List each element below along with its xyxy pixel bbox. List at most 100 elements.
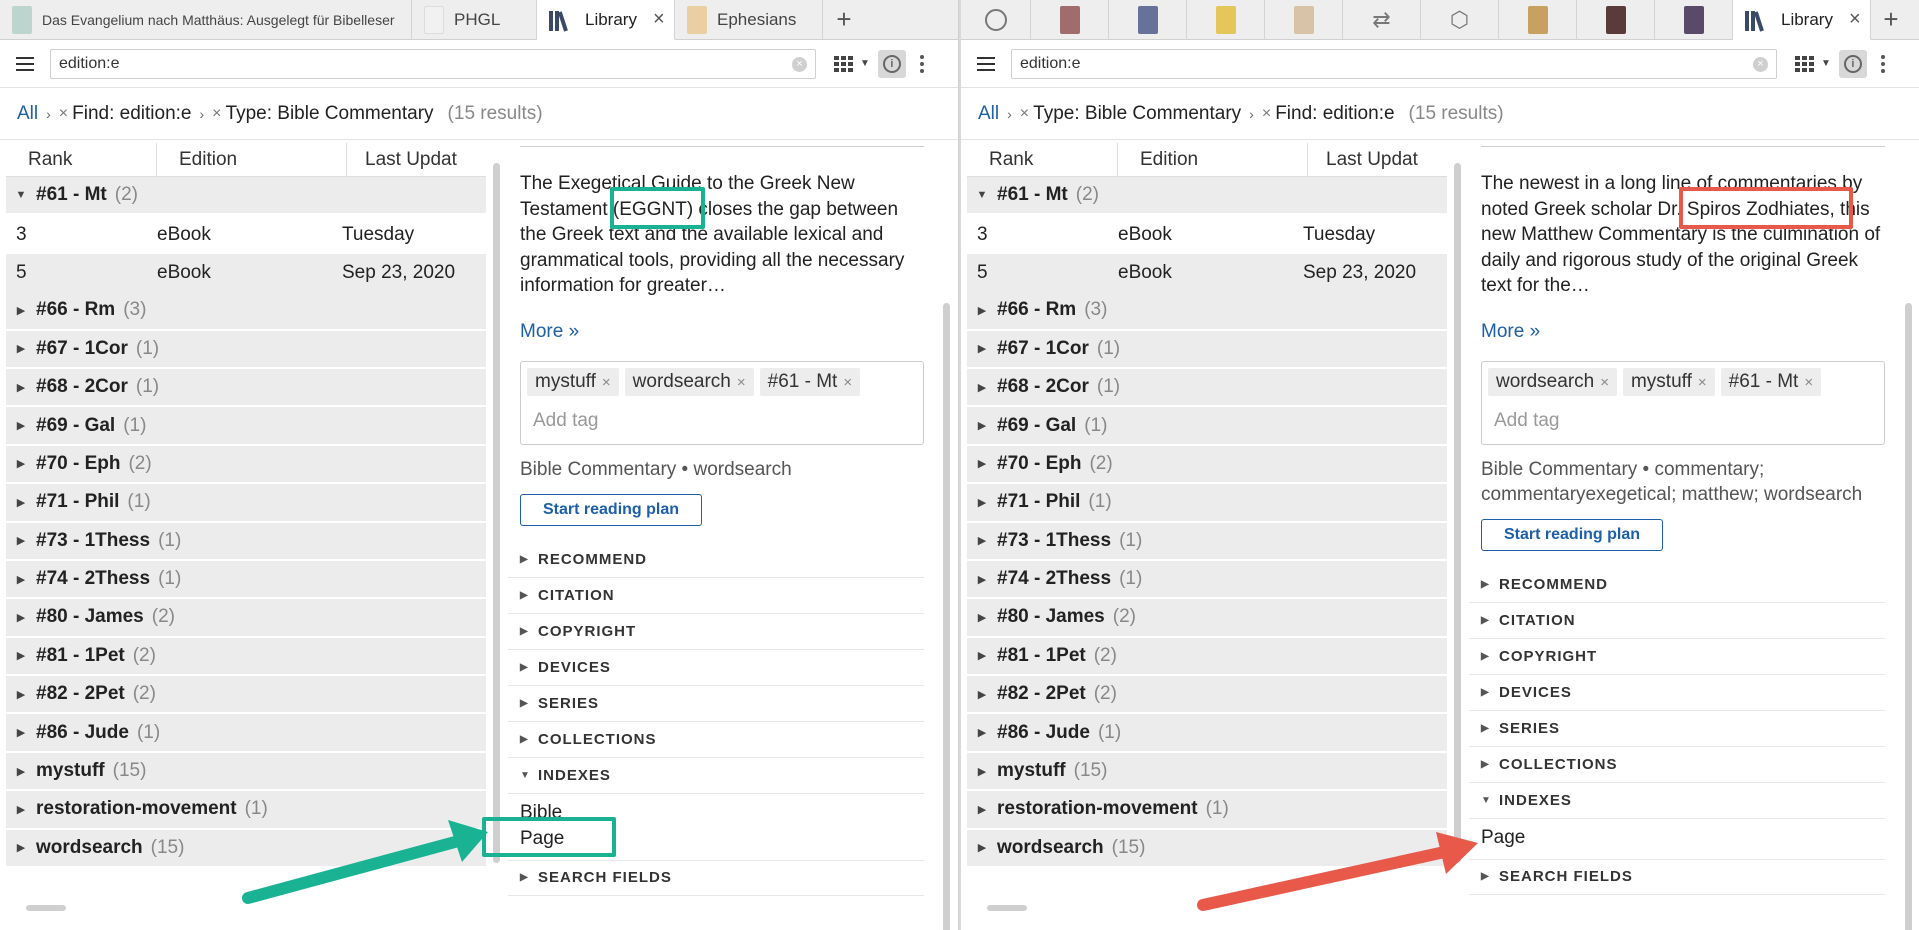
tab-book[interactable] (1265, 0, 1343, 40)
add-tag-input[interactable]: Add tag (533, 410, 917, 432)
table-group-row[interactable]: ▶ restoration-movement (1) (6, 791, 486, 830)
tag-editor[interactable]: wordsearch × mystuff × #61 - Mt × Add tag (1481, 360, 1885, 445)
collapsed-icon[interactable]: ▶ (967, 419, 997, 432)
tab-book[interactable] (1031, 0, 1109, 40)
table-row[interactable]: 3 eBook Tuesday (6, 215, 486, 254)
table-group-row[interactable]: ▶ wordsearch (15) (6, 829, 486, 869)
collapsed-icon[interactable]: ▶ (967, 573, 997, 586)
section-copyright[interactable]: ▶ COPYRIGHT (1469, 639, 1885, 675)
table-scrollbar[interactable] (1448, 143, 1468, 913)
table-group-row[interactable]: ▶ #66 - Rm (3) (967, 292, 1447, 331)
info-button[interactable]: i (1838, 49, 1867, 78)
more-options-icon[interactable] (1880, 54, 1885, 73)
remove-filter-icon[interactable]: × (1262, 105, 1271, 123)
tab-matthaus[interactable]: Das Evangelium nach Matthäus: Ausgelegt … (0, 0, 412, 40)
horizontal-scrollbar[interactable] (26, 905, 66, 911)
table-group-row[interactable]: ▶ #68 - 2Cor (1) (967, 368, 1447, 408)
section-devices[interactable]: ▶ DEVICES (1469, 675, 1885, 711)
collapsed-icon[interactable]: ▶ (967, 381, 997, 394)
table-group-row[interactable]: ▶ #67 - 1Cor (1) (967, 330, 1447, 369)
section-devices[interactable]: ▶ DEVICES (508, 650, 924, 686)
collapsed-icon[interactable]: ▶ (967, 803, 997, 816)
detail-scrollbar[interactable] (1899, 143, 1919, 930)
column-header-last-updated[interactable]: Last Updat (1308, 143, 1447, 177)
section-indexes[interactable]: ▼ INDEXES (1469, 782, 1885, 819)
table-group-row[interactable]: ▶ #66 - Rm (3) (6, 292, 486, 331)
collapsed-icon[interactable]: ▶ (6, 457, 36, 470)
collapsed-icon[interactable]: ▶ (6, 765, 36, 778)
search-input[interactable]: × (50, 48, 816, 79)
breadcrumb-filter-find[interactable]: Find: edition:e (72, 103, 191, 125)
breadcrumb-filter-find[interactable]: Find: edition:e (1275, 103, 1394, 125)
tab-book[interactable] (1499, 0, 1577, 40)
section-collections[interactable]: ▶ COLLECTIONS (508, 722, 924, 758)
chevron-down-icon[interactable]: ▼ (1821, 58, 1831, 69)
column-header-edition[interactable]: Edition (1118, 142, 1308, 177)
collapsed-icon[interactable]: ▶ (6, 573, 36, 586)
remove-tag-icon[interactable]: × (602, 374, 611, 391)
remove-filter-icon[interactable]: × (59, 105, 68, 123)
collapsed-icon[interactable]: ▶ (6, 803, 36, 816)
tab-library[interactable]: Library × (1733, 0, 1871, 40)
menu-icon[interactable] (961, 56, 1011, 71)
section-citation[interactable]: ▶ CITATION (508, 578, 924, 614)
section-search-fields[interactable]: ▶ SEARCH FIELDS (1469, 858, 1885, 895)
table-group-row[interactable]: ▶ #67 - 1Cor (1) (6, 330, 486, 369)
table-group-row[interactable]: ▶ #70 - Eph (2) (6, 445, 486, 485)
remove-filter-icon[interactable]: × (1020, 105, 1029, 123)
more-link[interactable]: More » (1481, 321, 1885, 343)
table-group-row[interactable]: ▶ #68 - 2Cor (1) (6, 368, 486, 408)
breadcrumb-filter-type[interactable]: Type: Bible Commentary (1033, 103, 1241, 125)
collapsed-icon[interactable]: ▶ (967, 304, 997, 317)
info-button[interactable]: i (877, 49, 906, 78)
column-header-edition[interactable]: Edition (157, 142, 347, 177)
remove-tag-icon[interactable]: × (1600, 374, 1609, 391)
collapsed-icon[interactable]: ▶ (967, 534, 997, 547)
table-group-row[interactable]: ▶ #74 - 2Thess (1) (6, 560, 486, 600)
table-row[interactable]: 3 eBook Tuesday (967, 215, 1447, 254)
chevron-down-icon[interactable]: ▼ (860, 58, 870, 69)
tag-editor[interactable]: mystuff × wordsearch × #61 - Mt × Add tag (520, 360, 924, 445)
expanded-icon[interactable]: ▼ (967, 189, 997, 201)
tab-book[interactable] (1655, 0, 1733, 40)
remove-tag-icon[interactable]: × (737, 374, 746, 391)
close-icon[interactable]: × (1849, 8, 1861, 31)
table-group-row[interactable]: ▼ #61 - Mt (2) (967, 177, 1447, 216)
table-group-row[interactable]: ▶ #82 - 2Pet (2) (967, 676, 1447, 715)
table-group-row[interactable]: ▶ #71 - Phil (1) (967, 484, 1447, 523)
table-group-row[interactable]: ▶ #81 - 1Pet (2) (6, 637, 486, 677)
collapsed-icon[interactable]: ▶ (6, 534, 36, 547)
table-scrollbar[interactable] (487, 143, 507, 913)
table-group-row[interactable]: ▶ mystuff (15) (967, 752, 1447, 792)
search-field[interactable] (51, 49, 815, 78)
table-group-row[interactable]: ▶ #81 - 1Pet (2) (967, 637, 1447, 677)
add-tag-input[interactable]: Add tag (1494, 410, 1878, 432)
section-collections[interactable]: ▶ COLLECTIONS (1469, 747, 1885, 783)
close-icon[interactable]: × (653, 8, 665, 31)
table-group-row[interactable]: ▶ #74 - 2Thess (1) (967, 560, 1447, 600)
horizontal-scrollbar[interactable] (987, 905, 1027, 911)
collapsed-icon[interactable]: ▶ (967, 342, 997, 355)
section-recommend[interactable]: ▶ RECOMMEND (508, 542, 924, 578)
collapsed-icon[interactable]: ▶ (967, 726, 997, 739)
menu-icon[interactable] (0, 56, 50, 71)
add-tab-button[interactable]: + (1871, 0, 1911, 39)
collapsed-icon[interactable]: ▶ (967, 841, 997, 854)
section-copyright[interactable]: ▶ COPYRIGHT (508, 614, 924, 650)
table-group-row[interactable]: ▶ #86 - Jude (1) (6, 714, 486, 753)
collapsed-icon[interactable]: ▶ (967, 457, 997, 470)
table-group-row[interactable]: ▶ wordsearch (15) (967, 829, 1447, 869)
tab-tool[interactable]: ⬡ (1421, 0, 1499, 40)
section-recommend[interactable]: ▶ RECOMMEND (1469, 567, 1885, 603)
tab-book[interactable] (1187, 0, 1265, 40)
start-reading-plan-button[interactable]: Start reading plan (1481, 518, 1664, 551)
remove-filter-icon[interactable]: × (212, 105, 221, 123)
section-indexes[interactable]: ▼ INDEXES (508, 757, 924, 794)
tab-phgl[interactable]: PHGL (412, 0, 537, 40)
table-group-row[interactable]: ▶ #70 - Eph (2) (967, 445, 1447, 485)
breadcrumb-all[interactable]: All (978, 103, 999, 125)
section-series[interactable]: ▶ SERIES (1469, 711, 1885, 747)
table-group-row[interactable]: ▶ #82 - 2Pet (2) (6, 676, 486, 715)
tab-book[interactable] (1577, 0, 1655, 40)
remove-tag-icon[interactable]: × (1698, 374, 1707, 391)
